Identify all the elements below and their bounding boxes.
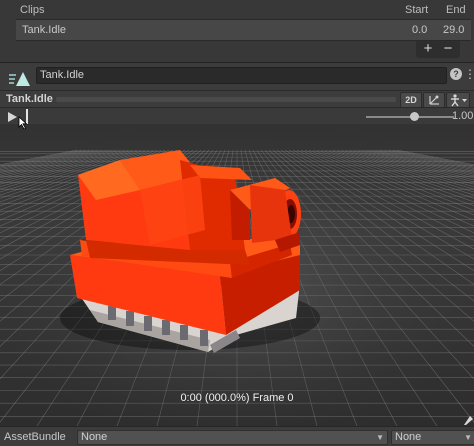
preview-toolbar: Tank.Idle 2D: [0, 90, 474, 108]
add-clip-button[interactable]: +: [418, 40, 438, 57]
clips-list-buttons: + −: [416, 40, 460, 58]
dropdown-caret-icon: ▼: [464, 433, 472, 442]
dropdown-caret-icon: ▼: [376, 433, 384, 442]
scene-render: [0, 124, 474, 426]
speed-slider-handle[interactable]: [409, 112, 419, 121]
preview-viewport[interactable]: [0, 124, 474, 426]
clips-header: Clips Start End: [14, 2, 474, 17]
preview-settings-icon[interactable]: [462, 414, 474, 426]
assetbundle-bar: AssetBundle None ▼ None ▼: [0, 426, 474, 446]
assetbundle-name-value: None: [81, 431, 108, 443]
avatar-menu-button[interactable]: [446, 92, 470, 108]
preview-drag-handle[interactable]: [56, 97, 396, 102]
remove-clip-button[interactable]: −: [438, 40, 458, 57]
toggle-2d-button[interactable]: 2D: [400, 92, 422, 108]
speed-value: 1.00: [452, 110, 474, 122]
clip-name-row: Tank.Idle ? ⋮: [0, 62, 474, 91]
clips-title: Clips: [20, 4, 45, 16]
clip-row-end: 29.0: [443, 24, 465, 36]
play-icon[interactable]: [5, 111, 19, 123]
animation-clip-icon: [9, 72, 30, 86]
clip-row-name: Tank.Idle: [22, 24, 67, 36]
avatar-figure-icon: [451, 94, 467, 107]
frame-readout: 0:00 (000.0%) Frame 0: [180, 392, 294, 404]
assetbundle-variant-value: None: [395, 431, 422, 443]
help-icon[interactable]: ?: [450, 68, 462, 80]
more-menu-icon[interactable]: ⋮: [464, 67, 474, 81]
clip-row-start: 0.0: [412, 24, 428, 36]
pivot-icon: [429, 95, 439, 105]
mouse-cursor-icon: [18, 116, 28, 130]
clip-row[interactable]: Tank.Idle 0.0 29.0: [16, 19, 471, 41]
playback-bar: 1.00: [0, 107, 474, 125]
clip-name-field[interactable]: Tank.Idle: [36, 67, 447, 84]
assetbundle-name-dropdown[interactable]: None ▼: [77, 430, 388, 445]
clips-start-header: Start: [405, 4, 429, 16]
assetbundle-variant-dropdown[interactable]: None ▼: [391, 430, 474, 445]
assetbundle-label: AssetBundle: [4, 431, 66, 443]
pivot-toggle-button[interactable]: [423, 92, 445, 108]
clips-end-header: End: [446, 4, 466, 16]
preview-title: Tank.Idle: [6, 93, 53, 105]
clips-panel: Clips Start End Tank.Idle 0.0 29.0 + −: [0, 0, 474, 62]
